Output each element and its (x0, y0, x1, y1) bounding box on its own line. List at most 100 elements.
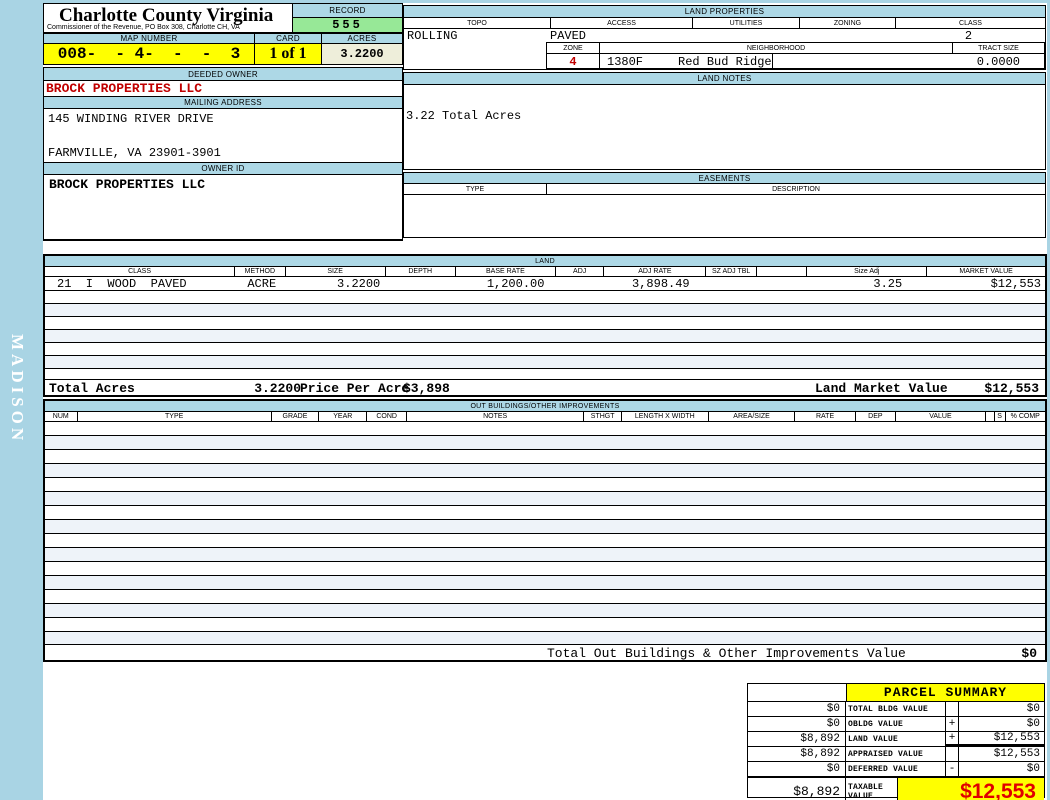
taxable-label: TAXABLE VALUE (846, 778, 898, 800)
col-size: SIZE (286, 267, 386, 276)
col-type: TYPE (78, 412, 272, 421)
col-blank (986, 412, 995, 421)
total-bldg-op (946, 702, 958, 716)
col-tract-size: TRACT SIZE (978, 44, 1019, 52)
total-acres-label: Total Acres (49, 381, 135, 396)
class-value: 2 (964, 29, 973, 43)
col-cond: COND (367, 412, 407, 421)
col-dep: DEP (856, 412, 897, 421)
land-market-value-total: $12,553 (984, 381, 1039, 396)
record-label: RECORD (292, 3, 403, 18)
county-title-box: Charlotte County Virginia Commissioner o… (43, 3, 293, 33)
col-utilities: UTILITIES (693, 18, 800, 28)
land-table: LAND CLASS METHOD SIZE DEPTH BASE RATE A… (43, 254, 1047, 397)
col-depth: DEPTH (386, 267, 456, 276)
owner-id-value: BROCK PROPERTIES LLC (49, 177, 206, 192)
col-easement-description: DESCRIPTION (772, 185, 820, 193)
col-notes: NOTES (407, 412, 585, 421)
col-adj-rate: ADJ RATE (604, 267, 707, 276)
col-pct-comp: % COMP (1010, 413, 1040, 420)
land-market-value: $12,553 (990, 277, 1042, 290)
zone-table: ZONE NEIGHBORHOOD TRACT SIZE 4 1380F Red… (546, 42, 1045, 69)
land-notes-title: LAND NOTES (404, 73, 1045, 85)
col-size-adj: Size Adj (807, 267, 928, 276)
land-size: 3.2200 (337, 277, 381, 290)
obldg-left: $0 (748, 717, 846, 731)
land-title: LAND (45, 256, 1045, 267)
land-sz-adj-tbl (694, 277, 741, 290)
mailing-address-box: 145 WINDING RIVER DRIVE FARMVILLE, VA 23… (43, 108, 403, 163)
obldg-label: OBLDG VALUE (846, 717, 946, 731)
map-number-value: 008- - 4- - - 3 (43, 43, 255, 65)
summary-row-taxable: $8,892 TAXABLE VALUE $12,553 (748, 776, 1044, 800)
land-row-1: 21 I WOOD PAVED ACRE 3.2200 1,200.00 3,8… (45, 277, 1045, 290)
total-bldg-value: $0 (958, 702, 1044, 716)
appraised-op (946, 747, 958, 761)
land-value: $12,553 (958, 732, 1044, 746)
land-op: + (946, 732, 958, 746)
out-buildings-total-row: Total Out Buildings & Other Improvements… (45, 644, 1045, 661)
total-bldg-label: TOTAL BLDG VALUE (846, 702, 946, 716)
col-base-rate: BASE RATE (456, 267, 556, 276)
easements-title: EASEMENTS (404, 173, 1045, 184)
summary-row-appraised: $8,892 APPRAISED VALUE $12,553 (748, 746, 1044, 761)
address-line-2: FARMVILLE, VA 23901-3901 (48, 146, 221, 160)
parcel-summary-blank-cell (748, 684, 847, 701)
out-buildings-empty-rows (45, 422, 1045, 646)
col-market-value: MARKET VALUE (959, 268, 1013, 275)
out-buildings-total-label: Total Out Buildings & Other Improvements… (547, 646, 906, 661)
record-value: 555 (292, 17, 403, 33)
col-zoning: ZONING (800, 18, 896, 28)
deferred-op: - (948, 763, 956, 775)
col-value: VALUE (896, 412, 986, 421)
zone-value: 4 (547, 54, 600, 69)
taxable-value: $12,553 (898, 778, 1044, 800)
land-class: 21 I WOOD PAVED (57, 277, 187, 290)
land-depth (383, 277, 449, 290)
land-adj (547, 277, 593, 290)
obldg-value: $0 (958, 717, 1044, 731)
neighborhood-name: Red Bud Ridge (678, 54, 772, 69)
deferred-label: DEFERRED VALUE (846, 762, 946, 776)
out-buildings-total-value: $0 (1021, 646, 1037, 661)
county-subtitle: Commissioner of the Revenue, PO Box 308,… (47, 24, 240, 31)
land-base-rate: 1,200.00 (486, 277, 545, 290)
col-class: CLASS (45, 267, 236, 276)
col-s: S (995, 412, 1006, 421)
out-buildings-title: OUT BUILDINGS/OTHER IMPROVEMENTS (45, 401, 1045, 412)
col-neighborhood: NEIGHBORHOOD (600, 43, 953, 53)
neighborhood-code: 1380F (607, 54, 644, 69)
col-year: YEAR (319, 412, 368, 421)
total-bldg-left: $0 (748, 702, 846, 716)
summary-row-total-bldg: $0 TOTAL BLDG VALUE $0 (748, 701, 1044, 716)
madison-watermark: MADISON (8, 334, 27, 445)
appraised-value: $12,553 (958, 747, 1044, 761)
summary-row-land: $8,892 LAND VALUE + $12,553 (748, 731, 1044, 746)
tract-size-value: 0.0000 (771, 54, 1044, 69)
price-per-acre-value: $3,898 (403, 381, 450, 396)
col-sthgt: STHGT (584, 412, 622, 421)
parcel-summary-title: PARCEL SUMMARY (847, 684, 1044, 701)
access-value: PAVED (550, 29, 587, 43)
land-left: $8,892 (748, 732, 846, 746)
acres-value: 3.2200 (321, 43, 403, 65)
total-acres-value: 3.2200 (254, 381, 301, 396)
deeded-owner-value: BROCK PROPERTIES LLC (43, 80, 403, 97)
col-easement-type: TYPE (404, 184, 547, 194)
land-method: ACRE (247, 277, 277, 290)
taxable-left: $8,892 (748, 778, 846, 800)
col-num: NUM (45, 412, 78, 421)
deferred-left: $0 (748, 762, 846, 776)
col-rate: RATE (795, 412, 856, 421)
col-zone: ZONE (547, 43, 600, 53)
property-record-card: MADISON Charlotte County Virginia Commis… (0, 0, 1050, 800)
col-adj: ADJ (556, 267, 605, 276)
col-class: CLASS (959, 19, 982, 27)
parcel-summary-table: PARCEL SUMMARY $0 TOTAL BLDG VALUE $0 $0… (747, 683, 1045, 800)
land-properties-title: LAND PROPERTIES (404, 6, 1045, 18)
summary-row-obldg: $0 OBLDG VALUE + $0 (748, 716, 1044, 731)
col-length-width: LENGTH X WIDTH (622, 412, 709, 421)
land-notes-text: 3.22 Total Acres (406, 109, 522, 123)
col-blank (757, 267, 808, 276)
col-access: ACCESS (551, 18, 693, 28)
